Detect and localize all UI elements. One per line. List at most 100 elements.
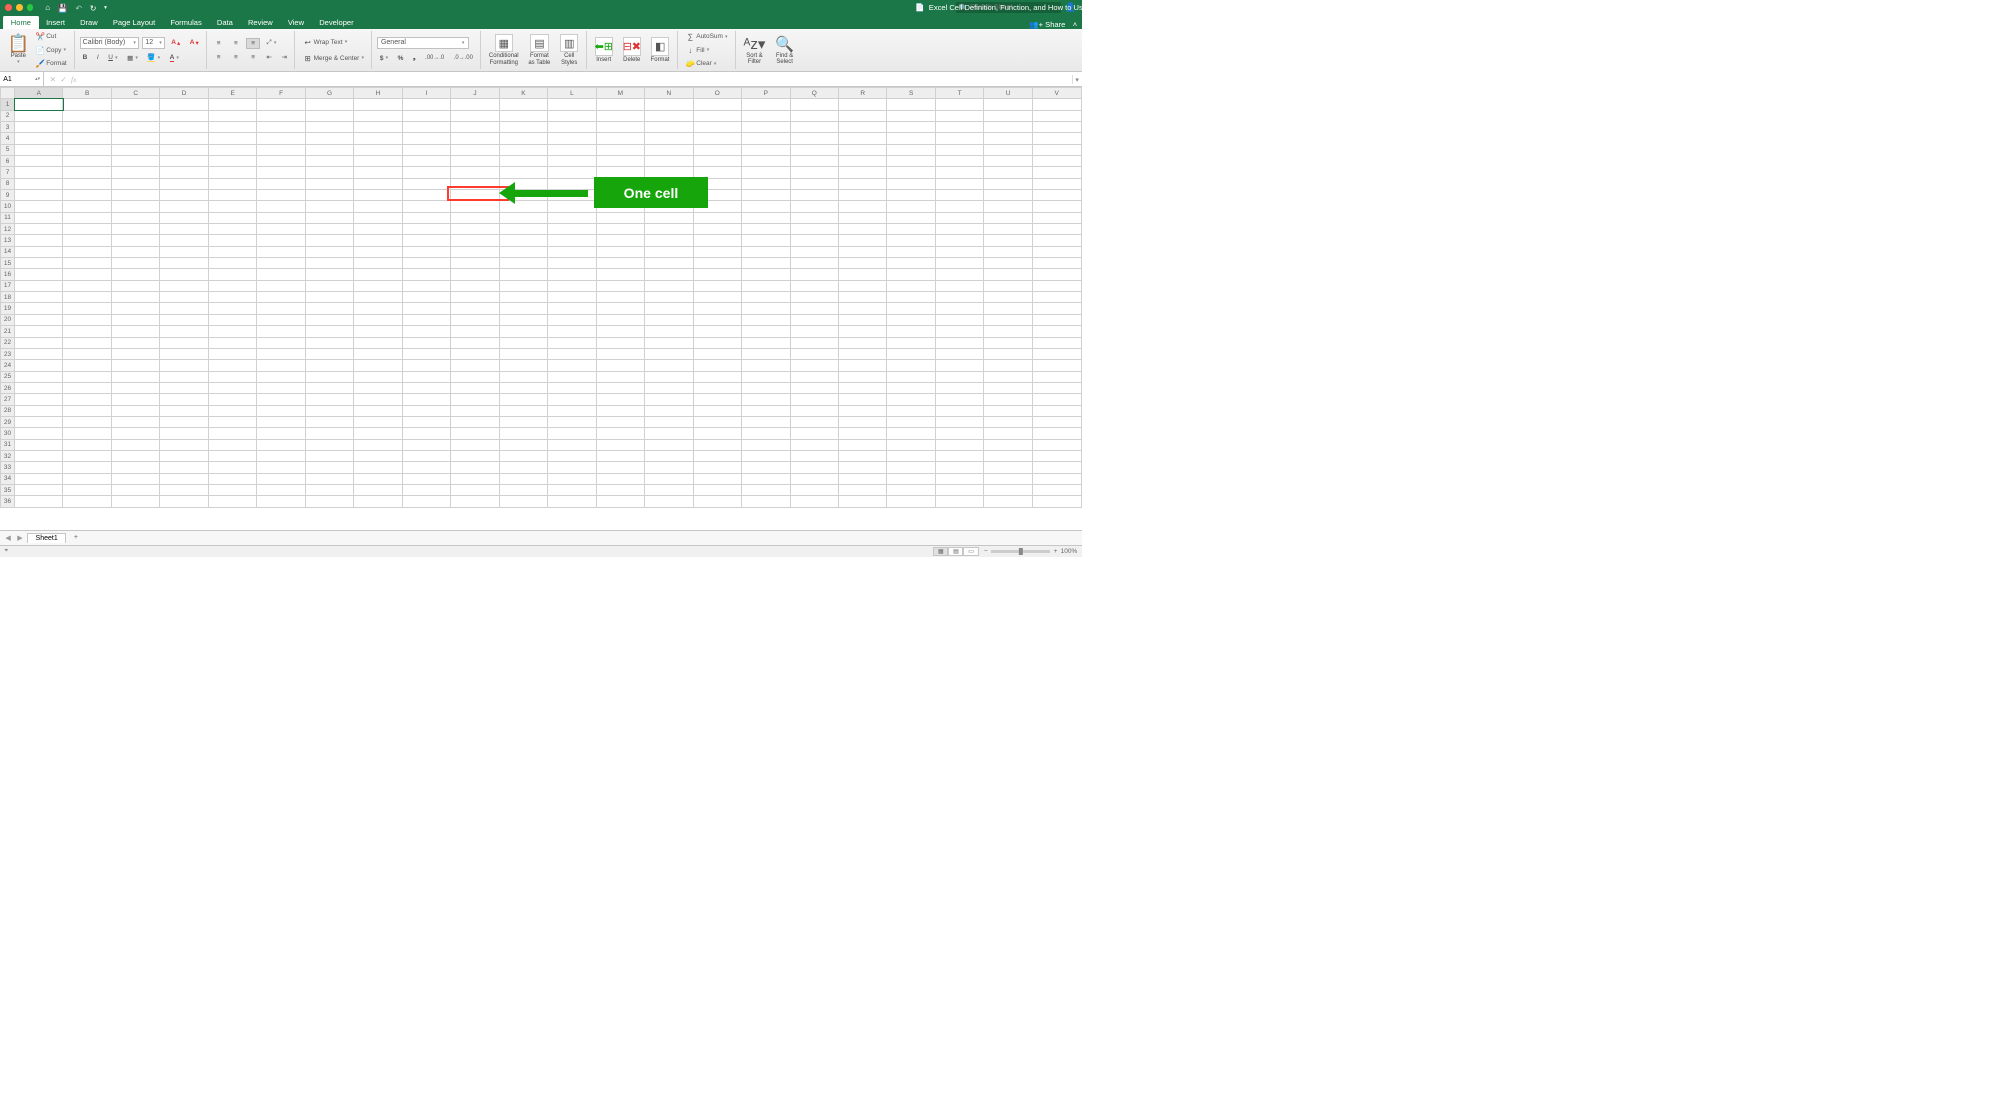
cell[interactable]: [984, 280, 1032, 291]
cell[interactable]: [1032, 167, 1081, 178]
cell[interactable]: [160, 303, 208, 314]
cell[interactable]: [354, 337, 402, 348]
cell[interactable]: [111, 348, 159, 359]
column-header[interactable]: A: [15, 88, 63, 99]
cell[interactable]: [451, 178, 499, 189]
cell[interactable]: [645, 99, 693, 110]
cell[interactable]: [548, 201, 596, 212]
cell[interactable]: [451, 462, 499, 473]
cell[interactable]: [451, 382, 499, 393]
cell[interactable]: [15, 326, 63, 337]
row-header[interactable]: 23: [1, 348, 15, 359]
cell[interactable]: [305, 348, 353, 359]
sheet-next-icon[interactable]: ▶: [15, 533, 25, 542]
cell[interactable]: [354, 416, 402, 427]
cell[interactable]: [935, 303, 983, 314]
row-header[interactable]: 19: [1, 303, 15, 314]
cell[interactable]: [935, 439, 983, 450]
cell[interactable]: [305, 110, 353, 121]
cell[interactable]: [645, 190, 693, 201]
cell[interactable]: [548, 167, 596, 178]
cell[interactable]: [1032, 280, 1081, 291]
cell[interactable]: [63, 121, 111, 132]
cell[interactable]: [645, 394, 693, 405]
cell[interactable]: [15, 190, 63, 201]
cell[interactable]: [887, 269, 935, 280]
cell[interactable]: [790, 405, 838, 416]
cell[interactable]: [499, 280, 547, 291]
cell[interactable]: [305, 382, 353, 393]
cell[interactable]: [935, 462, 983, 473]
cell[interactable]: [354, 201, 402, 212]
percent-button[interactable]: %: [394, 53, 406, 63]
column-header[interactable]: V: [1032, 88, 1081, 99]
cell[interactable]: [935, 360, 983, 371]
cell[interactable]: [645, 428, 693, 439]
cell[interactable]: [935, 246, 983, 257]
cell[interactable]: [742, 405, 790, 416]
cell[interactable]: [645, 337, 693, 348]
cell[interactable]: [838, 450, 886, 461]
cell[interactable]: [208, 314, 256, 325]
cell[interactable]: [596, 314, 644, 325]
cell[interactable]: [1032, 246, 1081, 257]
cell[interactable]: [402, 167, 450, 178]
cell[interactable]: [838, 133, 886, 144]
cell[interactable]: [935, 382, 983, 393]
cell[interactable]: [693, 121, 741, 132]
cell[interactable]: [596, 110, 644, 121]
cell[interactable]: [208, 156, 256, 167]
cell[interactable]: [63, 382, 111, 393]
cell[interactable]: [645, 110, 693, 121]
cell[interactable]: [548, 484, 596, 495]
cell[interactable]: [548, 303, 596, 314]
cell[interactable]: [887, 224, 935, 235]
cell[interactable]: [354, 496, 402, 507]
cell[interactable]: [838, 201, 886, 212]
column-header[interactable]: K: [499, 88, 547, 99]
cell[interactable]: [984, 428, 1032, 439]
cell[interactable]: [305, 439, 353, 450]
cell[interactable]: [257, 326, 305, 337]
cell[interactable]: [208, 133, 256, 144]
cell[interactable]: [645, 496, 693, 507]
cell[interactable]: [451, 156, 499, 167]
cell[interactable]: [305, 99, 353, 110]
cell[interactable]: [499, 473, 547, 484]
cell[interactable]: [742, 473, 790, 484]
cell[interactable]: [742, 144, 790, 155]
column-header[interactable]: I: [402, 88, 450, 99]
cell[interactable]: [548, 314, 596, 325]
cell[interactable]: [111, 110, 159, 121]
cell[interactable]: [499, 258, 547, 269]
cell[interactable]: [1032, 484, 1081, 495]
cell[interactable]: [499, 212, 547, 223]
cell[interactable]: [208, 416, 256, 427]
cell[interactable]: [15, 394, 63, 405]
cell[interactable]: [984, 416, 1032, 427]
cell[interactable]: [742, 235, 790, 246]
column-header[interactable]: F: [257, 88, 305, 99]
cell[interactable]: [742, 246, 790, 257]
column-header[interactable]: T: [935, 88, 983, 99]
tab-data[interactable]: Data: [209, 16, 240, 29]
cell[interactable]: [257, 167, 305, 178]
cell[interactable]: [693, 348, 741, 359]
cell[interactable]: [596, 462, 644, 473]
cell[interactable]: [15, 484, 63, 495]
cell[interactable]: [693, 326, 741, 337]
cell[interactable]: [935, 450, 983, 461]
cell[interactable]: [305, 224, 353, 235]
cell[interactable]: [305, 360, 353, 371]
cell[interactable]: [596, 190, 644, 201]
cell[interactable]: [111, 303, 159, 314]
cell[interactable]: [160, 337, 208, 348]
cell[interactable]: [451, 121, 499, 132]
cell[interactable]: [208, 280, 256, 291]
cell[interactable]: [742, 269, 790, 280]
cell[interactable]: [596, 371, 644, 382]
cell[interactable]: [838, 360, 886, 371]
cell[interactable]: [596, 348, 644, 359]
cell[interactable]: [354, 190, 402, 201]
cell[interactable]: [548, 473, 596, 484]
